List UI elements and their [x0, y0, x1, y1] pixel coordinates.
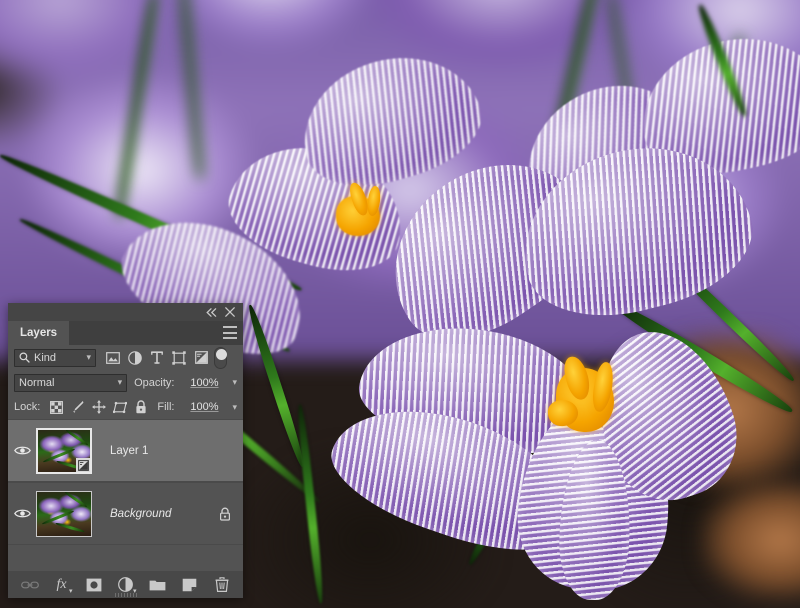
menu-line	[223, 331, 237, 334]
layers-panel[interactable]: Layers Kind ▾ Normal ▾ Opacity: 100% ▾ L…	[8, 303, 243, 598]
fill-value: 100%	[190, 401, 219, 413]
fx-icon[interactable]: fx ▾	[51, 574, 73, 596]
panel-menu-icon[interactable]	[223, 326, 237, 339]
layer-name[interactable]: Layer 1	[110, 445, 148, 457]
layers-list: Layer 1 Background	[8, 419, 243, 545]
fx-label: fx	[56, 576, 67, 592]
panel-body: Kind ▾ Normal ▾ Opacity: 100% ▾ Lock: Fi…	[8, 345, 243, 545]
layer-mask-icon[interactable]	[83, 574, 105, 596]
layer-thumbnail[interactable]	[36, 490, 92, 537]
chevron-down-icon[interactable]: ▾	[69, 588, 73, 595]
table-row[interactable]: Layer 1	[8, 419, 243, 482]
chevron-down-icon[interactable]: ▾	[232, 377, 237, 388]
leaf-blade	[55, 521, 85, 533]
new-layer-icon[interactable]	[179, 574, 201, 596]
opacity-value: 100%	[190, 376, 219, 389]
opacity-control: Opacity: 100% ▾	[134, 374, 237, 392]
lock-label: Lock:	[14, 401, 41, 413]
lock-artboard-nesting-icon[interactable]	[109, 397, 130, 417]
table-row[interactable]: Background	[8, 482, 243, 545]
type-layer-filter-icon[interactable]	[146, 347, 168, 369]
tab-label: Layers	[20, 327, 58, 339]
lock-all-icon[interactable]	[130, 397, 151, 417]
pixel-layer-filter-icon[interactable]	[102, 347, 124, 369]
panel-footer-toolbar: fx ▾ ▾	[8, 571, 243, 598]
smart-object-filter-icon[interactable]	[190, 347, 212, 369]
search-icon	[19, 352, 30, 363]
adjustment-layer-filter-icon[interactable]	[124, 347, 146, 369]
fill-input[interactable]: 100%	[179, 398, 229, 416]
toggle-knob	[216, 348, 227, 360]
close-icon[interactable]	[222, 304, 238, 320]
eye-icon[interactable]	[8, 508, 36, 519]
filter-kind-select[interactable]: Kind ▾	[14, 348, 96, 367]
lock-image-pixels-icon[interactable]	[67, 397, 88, 417]
double-chevron-left-icon[interactable]	[203, 304, 219, 320]
opacity-input[interactable]: 100%	[179, 374, 229, 392]
trash-icon[interactable]	[211, 574, 233, 596]
smart-object-badge-icon	[76, 457, 90, 472]
opacity-label: Opacity:	[134, 376, 175, 389]
menu-line	[223, 337, 237, 339]
screenshot-root: Layers Kind ▾ Normal ▾ Opacity: 100% ▾ L…	[0, 0, 800, 608]
menu-line	[223, 326, 237, 328]
eye-icon[interactable]	[8, 445, 36, 456]
chevron-down-icon[interactable]: ▾	[232, 402, 237, 413]
blend-mode-row: Normal ▾ Opacity: 100% ▾	[8, 370, 243, 395]
leaf-blade	[65, 429, 89, 446]
folder-icon[interactable]	[147, 574, 169, 596]
chevron-down-icon[interactable]: ▾	[82, 353, 91, 362]
blend-mode-select[interactable]: Normal ▾	[14, 373, 128, 392]
leaf-blade	[64, 491, 88, 508]
crocus-flowers-thumbnail	[37, 491, 91, 536]
shape-layer-filter-icon[interactable]	[168, 347, 190, 369]
filter-kind-label: Kind	[34, 351, 57, 364]
blend-mode-value: Normal	[19, 376, 55, 389]
crocus-petal	[504, 124, 766, 336]
chevron-down-icon[interactable]: ▾	[114, 378, 123, 387]
lock-transparent-pixels-icon[interactable]	[46, 397, 67, 417]
layer-name[interactable]: Background	[110, 508, 171, 520]
lock-icon[interactable]	[219, 507, 231, 521]
lock-row: Lock: Fill: 100% ▾	[8, 395, 243, 419]
lock-buttons	[46, 397, 151, 417]
filter-row: Kind ▾	[8, 345, 243, 370]
filter-type-buttons	[102, 346, 227, 369]
lock-position-icon[interactable]	[88, 397, 109, 417]
panel-titlebar[interactable]	[8, 303, 243, 321]
tab-layers[interactable]: Layers	[8, 321, 70, 345]
fill-control: Fill: 100% ▾	[157, 398, 237, 416]
panel-resize-grabber[interactable]	[114, 593, 137, 597]
layer-thumbnail[interactable]	[36, 427, 92, 474]
link-icon[interactable]	[19, 574, 41, 596]
fill-label: Fill:	[157, 401, 175, 413]
panel-tab-strip[interactable]: Layers	[8, 321, 243, 345]
filter-enable-toggle[interactable]	[214, 346, 227, 369]
